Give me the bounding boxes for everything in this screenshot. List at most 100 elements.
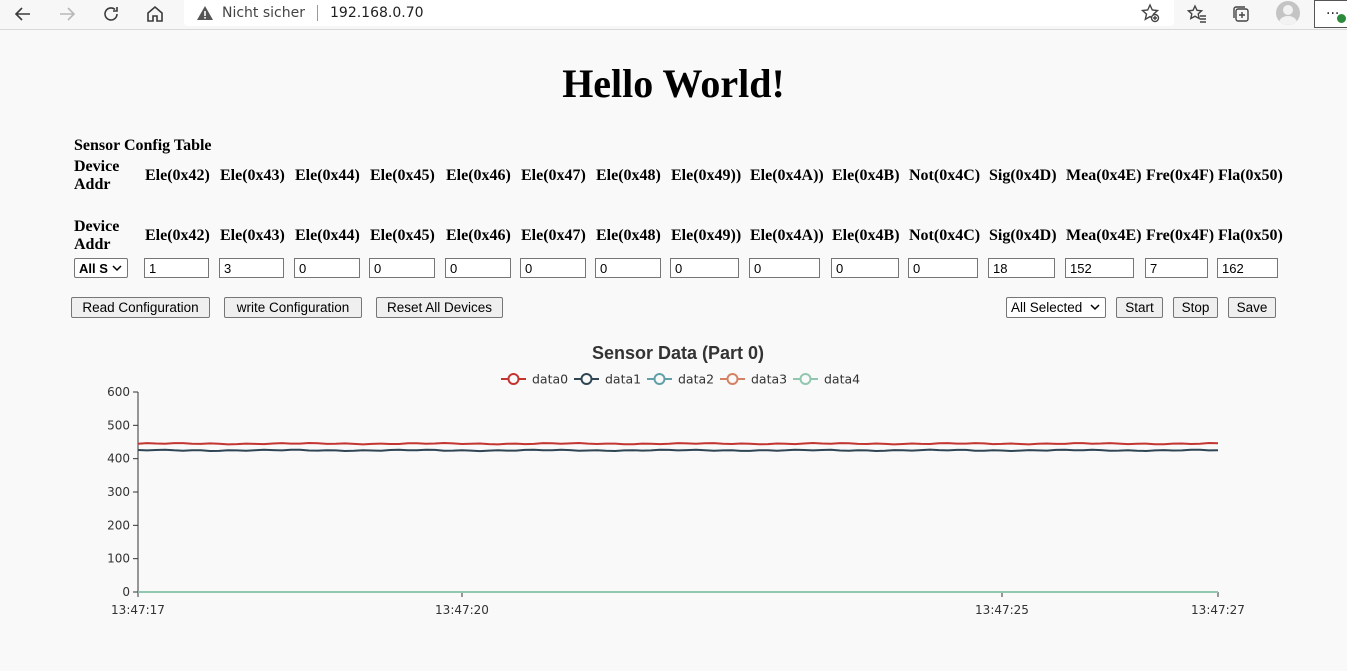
- header-cell: Ele(0x46): [446, 227, 511, 244]
- device-addr-select[interactable]: All S: [74, 258, 128, 278]
- chevron-down-icon: [112, 265, 122, 272]
- header-cell: Fre(0x4F): [1146, 227, 1215, 244]
- address-bar[interactable]: Nicht sicher 192.168.0.70: [184, 0, 1174, 26]
- config-input-0x4a[interactable]: [749, 258, 820, 278]
- y-tick-label: 400: [107, 452, 130, 466]
- legend-label-data0: data0: [532, 372, 568, 387]
- device-addr-select-value: All S: [79, 260, 108, 276]
- legend-label-data1: data1: [605, 372, 641, 387]
- home-icon[interactable]: [138, 0, 172, 28]
- browser-toolbar: Nicht sicher 192.168.0.70 ...: [0, 0, 1347, 30]
- header-cell: Ele(0x44): [295, 167, 360, 184]
- header-cell: Ele(0x42): [145, 167, 210, 184]
- config-input-0x4f[interactable]: [1145, 258, 1208, 278]
- header-cell: Mea(0x4E): [1066, 227, 1142, 244]
- add-favorite-icon[interactable]: [1140, 3, 1160, 23]
- legend-label-data4: data4: [824, 372, 860, 387]
- x-tick-label: 13:47:25: [975, 603, 1029, 617]
- save-button[interactable]: Save: [1228, 297, 1276, 318]
- selection-select[interactable]: All Selected: [1006, 297, 1106, 318]
- header-cell: Not(0x4C): [909, 167, 981, 184]
- config-input-0x4c[interactable]: [908, 258, 978, 278]
- x-tick-label: 13:47:17: [111, 603, 165, 617]
- header-cell: Ele(0x48): [596, 227, 661, 244]
- header-cell: Ele(0x46): [446, 167, 511, 184]
- url-text[interactable]: 192.168.0.70: [330, 5, 424, 21]
- page-heading: Hello World!: [562, 61, 785, 106]
- chart-axes: 0 100 200 300 400 500 600 13:47:17 13:47:20 13:47…: [107, 385, 1245, 617]
- header-device-addr: Device Addr: [74, 218, 120, 253]
- chart-legend: data0 data1 data2 data3 data4: [501, 372, 860, 387]
- config-input-0x45[interactable]: [369, 258, 435, 278]
- legend-label-data2: data2: [678, 372, 714, 387]
- config-input-0x49[interactable]: [670, 258, 739, 278]
- header-cell: Sig(0x4D): [989, 167, 1057, 184]
- y-tick-label: 600: [107, 385, 130, 399]
- sensor-data-chart: data0 data1 data2 data3 data4 0 100 200 300 400 5…: [107, 372, 1245, 618]
- header-cell: Ele(0x49)): [671, 167, 742, 184]
- stop-button[interactable]: Stop: [1173, 297, 1218, 318]
- settings-menu-button[interactable]: ...: [1314, 0, 1347, 28]
- start-button[interactable]: Start: [1116, 297, 1163, 318]
- collections-icon[interactable]: [1229, 2, 1253, 26]
- header-cell: Ele(0x48): [596, 167, 661, 184]
- x-tick-label: 13:47:20: [435, 603, 489, 617]
- warning-icon: [196, 4, 214, 22]
- header-cell: Ele(0x49)): [671, 227, 742, 244]
- chevron-down-icon: [1090, 304, 1100, 311]
- favorites-icon[interactable]: [1185, 2, 1209, 26]
- config-input-0x42[interactable]: [144, 258, 209, 278]
- header-device-addr: Device Addr: [74, 158, 120, 193]
- config-input-0x50[interactable]: [1217, 258, 1278, 278]
- table-caption: Sensor Config Table: [74, 137, 212, 154]
- config-input-0x43[interactable]: [219, 258, 284, 278]
- legend-marker-data1: [580, 373, 593, 385]
- header-cell: Fla(0x50): [1218, 227, 1283, 244]
- selection-select-value: All Selected: [1011, 300, 1083, 315]
- y-tick-label: 200: [107, 518, 130, 532]
- x-tick-label: 13:47:27: [1191, 603, 1245, 617]
- header-cell: Sig(0x4D): [989, 227, 1057, 244]
- write-configuration-button[interactable]: write Configuration: [224, 297, 362, 318]
- header-cell: Ele(0x47): [521, 227, 586, 244]
- header-cell: Ele(0x45): [370, 167, 435, 184]
- reset-all-devices-button[interactable]: Reset All Devices: [376, 297, 503, 318]
- legend-marker-data0: [507, 373, 520, 385]
- config-input-0x4e[interactable]: [1065, 258, 1134, 278]
- read-configuration-button[interactable]: Read Configuration: [71, 297, 210, 318]
- config-input-0x4b[interactable]: [831, 258, 899, 278]
- header-cell: Ele(0x4A)): [750, 167, 824, 184]
- series-line-data0: [137, 441, 1219, 446]
- header-cell: Ele(0x47): [521, 167, 586, 184]
- header-cell: Not(0x4C): [909, 227, 981, 244]
- legend-marker-data4: [799, 373, 812, 385]
- reload-icon[interactable]: [94, 0, 128, 28]
- y-tick-label: 300: [107, 485, 130, 499]
- header-cell: Fla(0x50): [1218, 167, 1283, 184]
- chart-series: [137, 441, 1219, 593]
- config-input-0x46[interactable]: [445, 258, 511, 278]
- header-cell: Ele(0x43): [220, 227, 285, 244]
- y-tick-label: 500: [107, 418, 130, 432]
- header-cell: Fre(0x4F): [1146, 167, 1215, 184]
- back-icon[interactable]: [6, 0, 40, 28]
- legend-label-data3: data3: [751, 372, 787, 387]
- config-input-0x47[interactable]: [520, 258, 586, 278]
- header-cell: Ele(0x4A)): [750, 227, 824, 244]
- config-input-0x4d[interactable]: [988, 258, 1055, 278]
- forward-icon[interactable]: [50, 0, 84, 28]
- y-tick-label: 0: [122, 585, 130, 599]
- y-tick-label: 100: [107, 552, 130, 566]
- config-input-0x48[interactable]: [595, 258, 661, 278]
- header-cell: Ele(0x42): [145, 227, 210, 244]
- legend-marker-data2: [653, 373, 666, 385]
- header-cell: Ele(0x43): [220, 167, 285, 184]
- header-cell: Mea(0x4E): [1066, 167, 1142, 184]
- profile-avatar[interactable]: [1276, 1, 1300, 25]
- config-input-0x44[interactable]: [294, 258, 360, 278]
- header-cell: Ele(0x4B): [832, 167, 900, 184]
- header-cell: Ele(0x44): [295, 227, 360, 244]
- security-label[interactable]: Nicht sicher: [222, 5, 305, 21]
- address-separator: [317, 5, 318, 21]
- update-badge-icon: [1337, 14, 1346, 23]
